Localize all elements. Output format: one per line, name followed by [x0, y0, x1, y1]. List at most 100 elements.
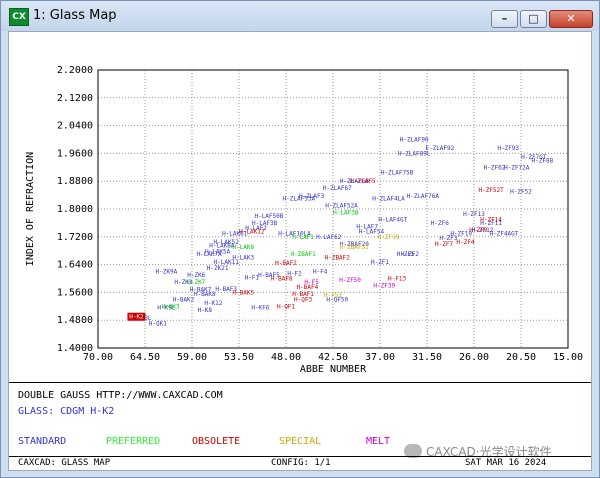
glass-point[interactable]: H-KF6 — [251, 304, 269, 311]
glass-point[interactable]: H-ZK7 — [187, 279, 205, 286]
glass-point[interactable]: H-BAK8 — [194, 291, 216, 298]
glass-point[interactable]: H-ZLAF89L — [398, 150, 431, 157]
glass-map-plot: 70.00 64.50 59.00 53.50 48.00 42.50 37.00 31.50… — [9, 32, 591, 382]
glass-point[interactable]: H-ZF93 — [497, 145, 519, 152]
title-bar[interactable]: CX 1: Glass Map – □ ✕ — [1, 1, 599, 31]
glass-point[interactable]: H-LAF4GT — [378, 216, 407, 223]
glass-point[interactable]: H-F51 — [324, 292, 342, 299]
glass-point[interactable]: H-LAK12 — [239, 229, 265, 236]
x-tick-label: 37.00 — [365, 352, 395, 363]
glass-point[interactable]: H-ZBAF2 — [325, 255, 351, 262]
status-date: SAT MAR 16 2024 — [465, 458, 547, 468]
y-tick-label: 2.0400 — [57, 121, 93, 132]
glass-point[interactable]: H-QF1 — [277, 303, 295, 310]
glass-point[interactable]: H-K8 — [198, 307, 213, 314]
x-tick-label: 53.50 — [224, 352, 254, 363]
glass-point[interactable]: H-ZF39 — [373, 282, 395, 289]
legend-item-obsolete: OBSOLETE — [192, 436, 241, 447]
glass-point[interactable]: H-F13 — [388, 276, 406, 283]
y-tick-label: 1.5600 — [57, 287, 93, 298]
x-tick-label: 20.50 — [506, 352, 536, 363]
window-title: 1: Glass Map — [33, 8, 117, 23]
y-tick-label: 1.4800 — [57, 315, 93, 326]
glass-point[interactable]: H-ZK21 — [207, 265, 229, 272]
y-tick-label: 1.8800 — [57, 176, 93, 187]
legend-item-special: SPECIAL — [279, 436, 322, 447]
glass-point[interactable]: H-BAF2 — [275, 260, 297, 267]
glass-point[interactable]: H-QK1 — [149, 321, 167, 328]
x-tick-label: 59.00 — [177, 352, 207, 363]
glass-point[interactable]: H-ZLAF76A — [406, 193, 439, 200]
glass-point[interactable]: H-ZF52 — [510, 189, 532, 196]
glass-point[interactable]: H-ZF14 — [480, 216, 502, 223]
glass-point[interactable]: H-K12 — [204, 300, 222, 307]
glass-point[interactable]: H-ZF6 — [431, 220, 449, 227]
status-app: CAXCAD: GLASS MAP — [18, 458, 111, 468]
status-bar: CAXCAD: GLASS MAP CONFIG: 1/1 SAT MAR 16… — [9, 457, 591, 471]
glass-point[interactable]: H-LAF50B — [254, 213, 283, 220]
glass-point[interactable]: H-LAK6 — [232, 244, 254, 251]
glass-point[interactable]: H-LAF3B — [333, 209, 359, 216]
selected-glass: GLASS: CDGM H-K2 — [18, 406, 115, 417]
status-config: CONFIG: 1/1 — [271, 458, 331, 468]
y-tick-label: 1.9600 — [57, 148, 93, 159]
glass-point[interactable]: H-BAF8 — [271, 276, 293, 283]
glass-point[interactable]: H-ZK6 — [187, 272, 205, 279]
glass-point[interactable]: H-ZLAF90 — [400, 137, 429, 144]
glass-point[interactable]: H-ZF7 — [435, 241, 453, 248]
glass-point[interactable]: H-ZLAF75B — [381, 170, 414, 177]
glass-point[interactable]: H-ZF4AGT — [489, 230, 518, 237]
glass-point[interactable]: H-QK3 — [162, 303, 180, 310]
legend-item-melt: MELT — [366, 436, 391, 447]
glass-point[interactable]: H-ZLAF52A — [325, 203, 358, 210]
glass-point[interactable]: H-ZF88 — [532, 157, 554, 164]
x-tick-label: 26.00 — [459, 352, 489, 363]
glass-point[interactable]: H-F5 — [304, 279, 319, 286]
glass-point[interactable]: H-ZF1 — [371, 259, 389, 266]
glass-point[interactable]: H-LAF1 — [292, 234, 314, 241]
glass-point[interactable]: H-ZLAF67 — [323, 185, 352, 192]
maximize-button[interactable]: □ — [520, 10, 547, 28]
glass-point[interactable]: H-ZF50 — [339, 277, 361, 284]
glass-point[interactable]: H-F1 — [245, 274, 260, 281]
glass-point[interactable]: H-BAK2 — [173, 296, 195, 303]
glass-point[interactable]: H-ZLAF53A — [283, 196, 316, 203]
glass-point[interactable]: H-LAF62 — [316, 234, 342, 241]
legend-item-standard: STANDARD — [18, 436, 67, 447]
y-tick-label: 2.2000 — [57, 65, 93, 76]
glass-point[interactable]: H-ZK9A — [156, 269, 178, 276]
glass-point[interactable]: H-ZBAF1 — [290, 251, 316, 258]
x-tick-label: 31.50 — [412, 352, 442, 363]
client-area: 70.00 64.50 59.00 53.50 48.00 42.50 37.00 31.50… — [8, 31, 592, 471]
x-axis-label: ABBE NUMBER — [300, 364, 367, 375]
y-tick-label: 1.6400 — [57, 260, 93, 271]
app-icon: CX — [9, 8, 29, 26]
close-button[interactable]: ✕ — [549, 10, 593, 28]
glass-point[interactable]: H-ZF62 — [484, 164, 506, 171]
x-tick-label: 48.00 — [271, 352, 301, 363]
glass-point[interactable]: H-QF3 — [294, 296, 312, 303]
glass-point[interactable]: H-ZF19 — [378, 234, 400, 241]
x-tick-label: 64.50 — [130, 352, 160, 363]
glass-point[interactable]: H-BAK5 — [232, 289, 254, 296]
x-tick-label: 15.00 — [553, 352, 583, 363]
y-tick-label: 2.1200 — [57, 93, 93, 104]
glass-point[interactable]: H-ZLAF5 — [350, 178, 376, 185]
y-tick-label: 1.7200 — [57, 232, 93, 243]
selected-glass-label: H-K2 — [129, 314, 144, 321]
x-tick-label: 42.50 — [318, 352, 348, 363]
minimize-button[interactable]: – — [491, 10, 518, 28]
legend-item-preferred: PREFERRED — [106, 436, 161, 447]
glass-point[interactable]: H-ZF72A — [504, 164, 530, 171]
glass-point[interactable]: H-ZF9 — [469, 227, 487, 234]
glass-points: H-ZF62H-ZF72AH-ZF7GTH-ZF88E-ZLAF92H-ZLAF… — [127, 137, 554, 328]
y-tick-label: 1.8000 — [57, 204, 93, 215]
glass-map-chart: 70.00 64.50 59.00 53.50 48.00 42.50 37.00 31.50… — [25, 65, 583, 375]
glass-point[interactable]: H-ZF4 — [456, 239, 474, 246]
glass-point[interactable]: H-ZF2 — [401, 251, 419, 258]
glass-point[interactable]: H-ZF52T — [478, 187, 504, 194]
glass-point[interactable]: H-F4 — [313, 269, 328, 276]
glass-point[interactable]: H-ZBAF52 — [340, 244, 369, 251]
glass-point[interactable]: H-ZLAF4LA — [372, 196, 405, 203]
glass-point[interactable]: H-LAK5A — [205, 248, 231, 255]
